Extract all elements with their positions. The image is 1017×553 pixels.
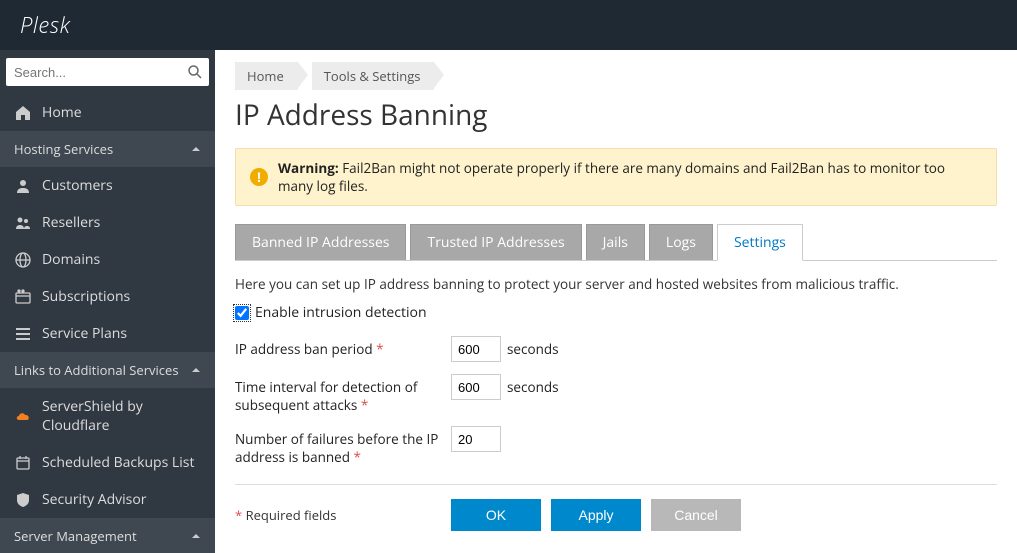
failures-label: Number of failures before the IP address… [235,426,451,466]
sidebar-item-customers[interactable]: Customers [0,167,215,204]
search-input[interactable] [6,58,209,86]
alert-prefix: Warning: [278,159,339,177]
unit-label: seconds [507,336,559,358]
section-label: Server Management [14,527,137,545]
warning-icon: ! [250,168,268,186]
required-marker: * [354,448,361,466]
failures-input[interactable] [451,426,501,452]
search-icon[interactable] [187,64,203,80]
ban-period-label: IP address ban period * [235,336,451,358]
breadcrumb-home[interactable]: Home [235,62,298,90]
alert-body: Fail2Ban might not operate properly if t… [278,159,945,195]
divider [235,484,997,485]
sidebar-item-label: Home [42,103,82,122]
sidebar-item-resellers[interactable]: Resellers [0,204,215,241]
enable-intrusion-checkbox[interactable] [235,306,249,320]
enable-intrusion-label[interactable]: Enable intrusion detection [255,303,427,322]
list-icon [14,325,32,343]
person-icon [14,177,32,195]
tab-jails[interactable]: Jails [586,224,645,260]
sidebar-item-subscriptions[interactable]: Subscriptions [0,278,215,315]
sidebar-item-label: Service Plans [42,324,127,343]
sidebar-item-label: ServerShield by Cloudflare [42,397,201,435]
ok-button[interactable]: OK [451,499,541,531]
required-marker: * [376,340,383,358]
required-marker: * [361,396,368,414]
cloudflare-icon [14,407,32,425]
alert-text: Warning: Fail2Ban might not operate prop… [278,159,982,195]
globe-icon [14,251,32,269]
sidebar-section-links[interactable]: Links to Additional Services [0,352,215,388]
search-box[interactable] [6,58,209,86]
tab-trusted-ip[interactable]: Trusted IP Addresses [410,224,581,260]
sidebar-item-home[interactable]: Home [0,94,215,131]
chevron-up-icon [191,144,201,154]
apply-button[interactable]: Apply [551,499,641,531]
tab-description: Here you can set up IP address banning t… [235,275,997,293]
sidebar-item-label: Customers [42,176,113,195]
ban-period-input[interactable] [451,336,501,362]
people-icon [14,214,32,232]
sidebar-item-label: Resellers [42,213,100,232]
sidebar-section-hosting[interactable]: Hosting Services [0,131,215,167]
main-content: Home Tools & Settings IP Address Banning… [215,50,1017,553]
section-label: Links to Additional Services [14,361,179,379]
sidebar-item-label: Security Advisor [42,490,147,509]
sidebar-section-server[interactable]: Server Management [0,518,215,553]
warning-alert: ! Warning: Fail2Ban might not operate pr… [235,148,997,206]
chevron-up-icon [191,531,201,541]
tab-settings[interactable]: Settings [717,224,803,261]
sidebar-item-servershield[interactable]: ServerShield by Cloudflare [0,388,215,444]
required-fields-note: * Required fields [235,506,451,524]
top-bar: Plesk [0,0,1017,50]
sidebar: Home Hosting Services Customers Reseller… [0,50,215,553]
subscriptions-icon [14,288,32,306]
tab-banned-ip[interactable]: Banned IP Addresses [235,224,406,260]
breadcrumb-tools[interactable]: Tools & Settings [312,62,435,90]
interval-input[interactable] [451,374,501,400]
sidebar-item-service-plans[interactable]: Service Plans [0,315,215,352]
tab-logs[interactable]: Logs [649,224,713,260]
cancel-button[interactable]: Cancel [651,499,741,531]
interval-label: Time interval for detection of subsequen… [235,374,451,414]
sidebar-item-scheduled-backups[interactable]: Scheduled Backups List [0,444,215,481]
tabs: Banned IP Addresses Trusted IP Addresses… [235,224,997,261]
home-icon [14,104,32,122]
logo: Plesk [20,10,70,40]
sidebar-item-label: Scheduled Backups List [42,453,194,472]
sidebar-item-security-advisor[interactable]: Security Advisor [0,481,215,518]
sidebar-item-label: Domains [42,250,100,269]
unit-label: seconds [507,374,559,396]
sidebar-item-domains[interactable]: Domains [0,241,215,278]
sidebar-item-label: Subscriptions [42,287,130,306]
breadcrumbs: Home Tools & Settings [235,62,997,90]
calendar-icon [14,454,32,472]
page-title: IP Address Banning [235,96,997,134]
chevron-up-icon [191,365,201,375]
shield-icon [14,491,32,509]
section-label: Hosting Services [14,140,113,158]
